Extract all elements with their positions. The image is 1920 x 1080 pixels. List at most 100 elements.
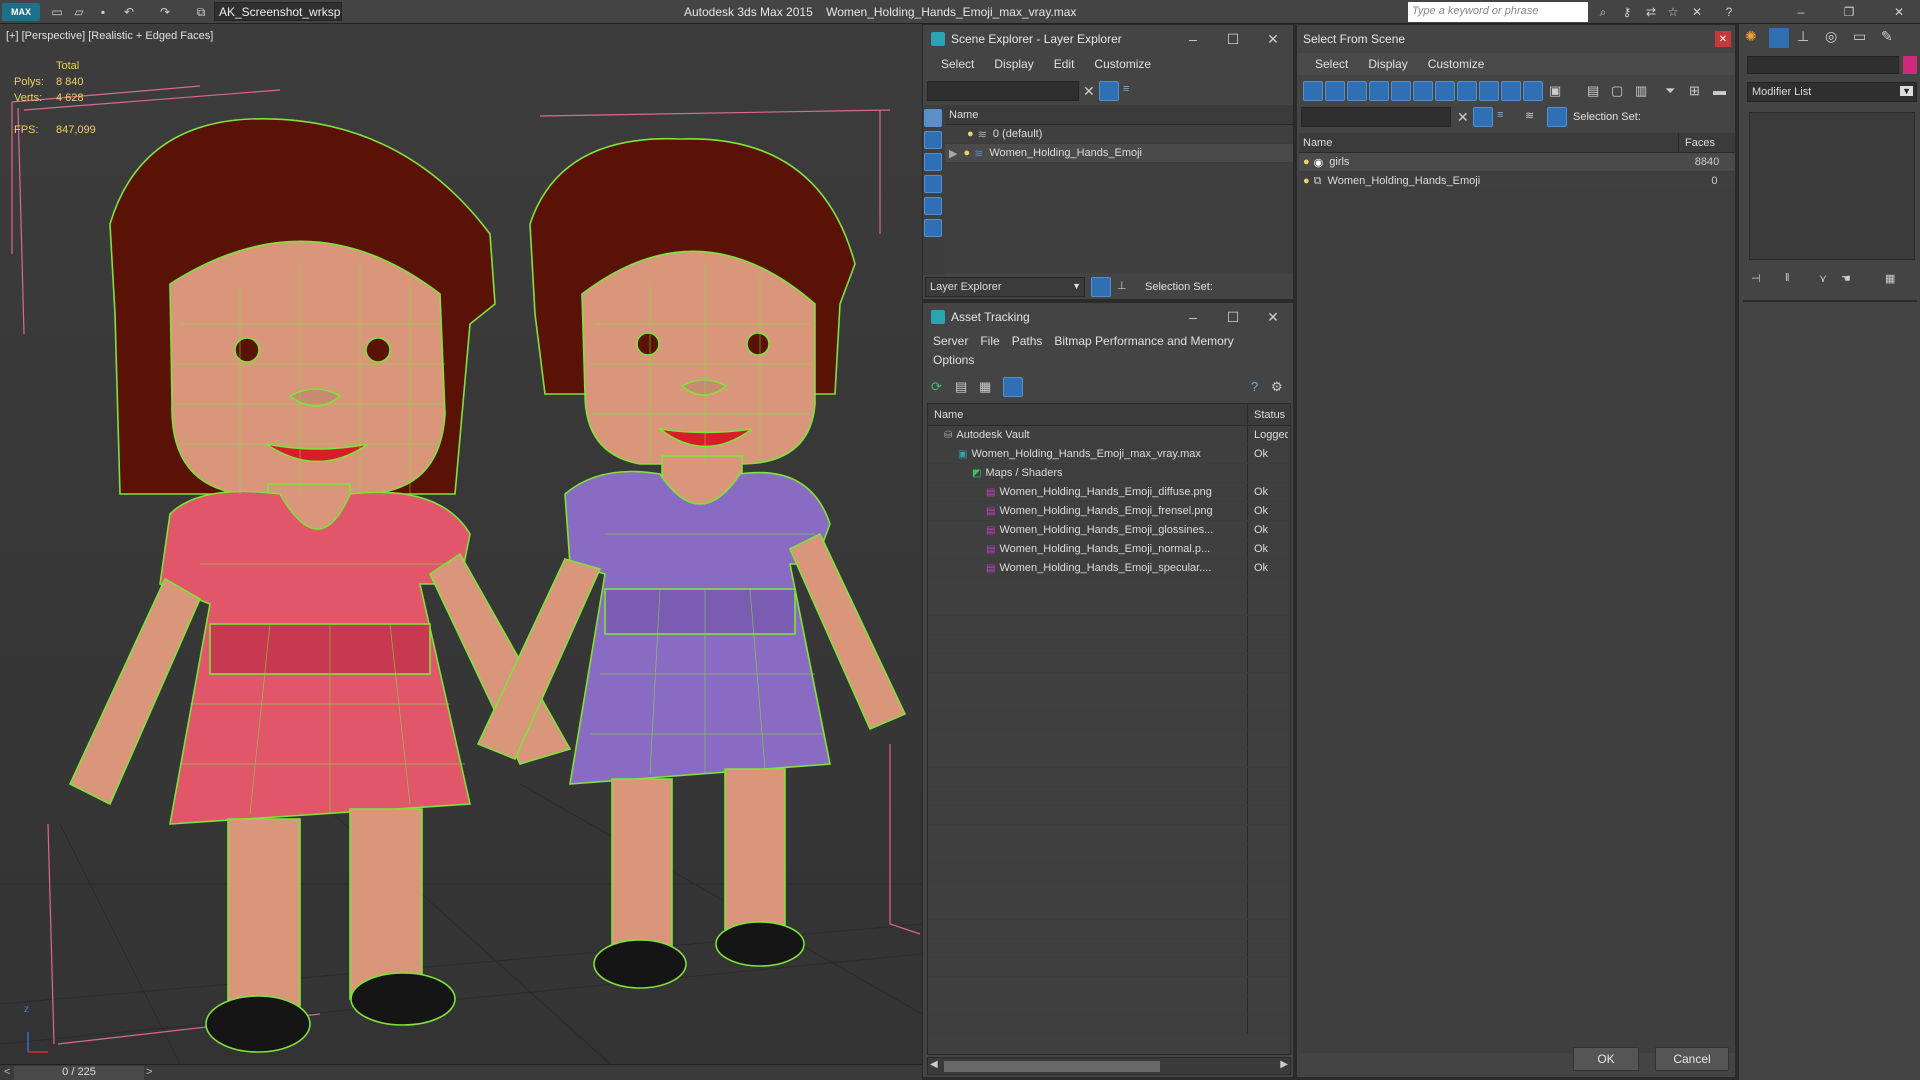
asset-horizontal-scrollbar[interactable]: ◀ ▶	[927, 1057, 1291, 1075]
select-none-icon[interactable]: ▢	[1611, 83, 1623, 99]
menu-paths[interactable]: Paths	[1006, 334, 1049, 348]
new-file-icon[interactable]: ▭	[48, 3, 66, 21]
menu-display[interactable]: Display	[1358, 57, 1417, 71]
favorites-star-icon[interactable]: ☆	[1664, 3, 1682, 21]
display-children-icon[interactable]: ⊞	[1689, 83, 1700, 99]
funnel-icon[interactable]: ⏷	[1665, 83, 1675, 99]
minimize-icon[interactable]: –	[1792, 3, 1810, 21]
pin-stack-icon[interactable]: ⊣	[1751, 272, 1761, 285]
select-from-scene-titlebar[interactable]: Select From Scene ✕	[1297, 25, 1735, 53]
show-end-result-icon[interactable]: ‖	[1785, 272, 1790, 284]
asset-row[interactable]: ▤ Women_Holding_Hands_Emoji_diffuse.png Ok	[928, 483, 1290, 502]
layer-row-default[interactable]: ● ≋ 0 (default)	[945, 125, 1293, 144]
display-helpers-icon[interactable]	[924, 197, 942, 215]
menu-edit[interactable]: Edit	[1044, 57, 1085, 71]
workspace-dropdown[interactable]: AK_Screenshot_wrksp	[214, 2, 342, 21]
time-prev-icon[interactable]: <	[4, 1066, 10, 1078]
settings-icon[interactable]: ⚙	[1271, 379, 1283, 395]
menu-file[interactable]: File	[974, 334, 1005, 348]
menu-options[interactable]: Options	[927, 353, 980, 367]
create-tab-icon[interactable]: ✺	[1745, 28, 1757, 45]
close-x-icon[interactable]: ✕	[1688, 3, 1706, 21]
list-view-icon[interactable]: ▤	[955, 379, 967, 395]
close-icon[interactable]: ✕	[1253, 25, 1293, 53]
hierarchy-filter-icon[interactable]: ≡	[1497, 109, 1503, 121]
thumbnail-view-icon[interactable]: ▦	[979, 379, 991, 395]
minimize-icon[interactable]: –	[1173, 25, 1213, 53]
layer-filter-icon[interactable]: ≡	[1123, 83, 1129, 95]
scroll-left-icon[interactable]: ◀	[930, 1059, 938, 1070]
menu-select[interactable]: Select	[1305, 57, 1358, 71]
modifier-stack[interactable]	[1749, 112, 1915, 260]
menu-display[interactable]: Display	[984, 57, 1043, 71]
filter-xrefs-icon[interactable]	[1457, 81, 1477, 101]
filter-bones-icon[interactable]	[1479, 81, 1499, 101]
redo-icon[interactable]: ↷	[156, 3, 174, 21]
close-icon[interactable]: ✕	[1253, 303, 1293, 331]
asset-row[interactable]: ▤ Women_Holding_Hands_Emoji_specular.... O…	[928, 559, 1290, 578]
save-icon[interactable]: ▪	[94, 3, 112, 21]
display-lights-icon[interactable]	[924, 153, 942, 171]
filter-warps-icon[interactable]	[1413, 81, 1433, 101]
filter-icon[interactable]	[1099, 81, 1119, 101]
minimize-icon[interactable]: –	[1173, 303, 1213, 331]
close-window-icon[interactable]: ✕	[1890, 3, 1908, 21]
table-view-icon[interactable]	[1003, 377, 1023, 397]
keyword-search-input[interactable]: Type a keyword or phrase	[1408, 2, 1588, 22]
light-bulb-icon[interactable]: ●	[963, 147, 970, 159]
menu-customize[interactable]: Customize	[1418, 57, 1495, 71]
filter-hidden-icon[interactable]: ▣	[1549, 83, 1561, 99]
menu-bitmap-performance[interactable]: Bitmap Performance and Memory	[1048, 334, 1239, 348]
light-bulb-icon[interactable]: ●	[1303, 175, 1310, 187]
filter-icon[interactable]	[1473, 107, 1493, 127]
menu-select[interactable]: Select	[931, 57, 984, 71]
scroll-right-icon[interactable]: ▶	[1280, 1059, 1288, 1070]
close-icon[interactable]: ✕	[1715, 31, 1731, 47]
modifier-list-dropdown[interactable]: Modifier List ▼	[1747, 82, 1917, 102]
remove-modifier-icon[interactable]: ☚	[1841, 272, 1851, 285]
object-name-field[interactable]	[1747, 56, 1899, 74]
time-slider[interactable]: < 0 / 225 >	[0, 1064, 922, 1080]
key-icon[interactable]: ⚷	[1618, 3, 1636, 21]
open-file-icon[interactable]: ▱	[70, 3, 88, 21]
scene-explorer-col-name[interactable]: Name	[945, 105, 1293, 125]
filter-groups-icon[interactable]	[1435, 81, 1455, 101]
layer-manager-icon[interactable]	[1091, 277, 1111, 297]
object-row-emoji[interactable]: ● ⧉ Women_Holding_Hands_Emoji 0	[1299, 172, 1735, 191]
scene-explorer-search-input[interactable]	[927, 81, 1079, 101]
expand-arrow-icon[interactable]: ▶	[949, 147, 957, 160]
configure-sets-icon[interactable]: ▦	[1885, 272, 1895, 285]
clear-search-icon[interactable]: ✕	[1083, 83, 1095, 100]
make-unique-icon[interactable]: ⋎	[1819, 272, 1827, 285]
display-geometry-icon[interactable]	[924, 109, 942, 127]
scene-explorer-titlebar[interactable]: Scene Explorer - Layer Explorer – ☐ ✕	[923, 25, 1293, 53]
select-search-input[interactable]	[1301, 107, 1451, 127]
asset-row[interactable]: ⛁ Autodesk Vault Logged	[928, 426, 1290, 445]
light-bulb-icon[interactable]: ●	[967, 128, 974, 140]
filter-frozen-icon[interactable]	[1523, 81, 1543, 101]
menu-server[interactable]: Server	[927, 334, 974, 348]
asset-row[interactable]: ▤ Women_Holding_Hands_Emoji_normal.p... Ok	[928, 540, 1290, 559]
undo-icon[interactable]: ↶	[120, 3, 138, 21]
motion-tab-icon[interactable]: ◎	[1825, 28, 1837, 45]
binoculars-icon[interactable]: ⌕	[1594, 3, 1612, 21]
asset-row[interactable]: ▤ Women_Holding_Hands_Emoji_frensel.png Ok	[928, 502, 1290, 521]
maximize-icon[interactable]: ☐	[1213, 303, 1253, 331]
help-icon[interactable]: ?	[1720, 3, 1738, 21]
selection-set-icon[interactable]	[1547, 107, 1567, 127]
display-cameras-icon[interactable]	[924, 175, 942, 193]
exchange-icon[interactable]: ⇄	[1642, 3, 1660, 21]
collapse-icon[interactable]: ▬	[1713, 83, 1726, 98]
filter-helpers-icon[interactable]	[1391, 81, 1411, 101]
explorer-type-dropdown[interactable]: Layer Explorer ▼	[925, 277, 1085, 297]
select-invert-icon[interactable]: ▥	[1635, 83, 1647, 99]
col-status[interactable]: Status	[1248, 409, 1285, 421]
filter-containers-icon[interactable]	[1501, 81, 1521, 101]
asset-row[interactable]: ▣ Women_Holding_Hands_Emoji_max_vray.max O…	[928, 445, 1290, 464]
time-next-icon[interactable]: >	[146, 1066, 152, 1078]
project-folder-icon[interactable]: ⧉	[192, 3, 210, 21]
cancel-button[interactable]: Cancel	[1655, 1047, 1729, 1071]
asset-tracking-titlebar[interactable]: Asset Tracking – ☐ ✕	[923, 303, 1293, 331]
scrollbar-thumb[interactable]	[944, 1061, 1160, 1072]
viewport-label[interactable]: [+] [Perspective] [Realistic + Edged Fac…	[6, 30, 213, 42]
